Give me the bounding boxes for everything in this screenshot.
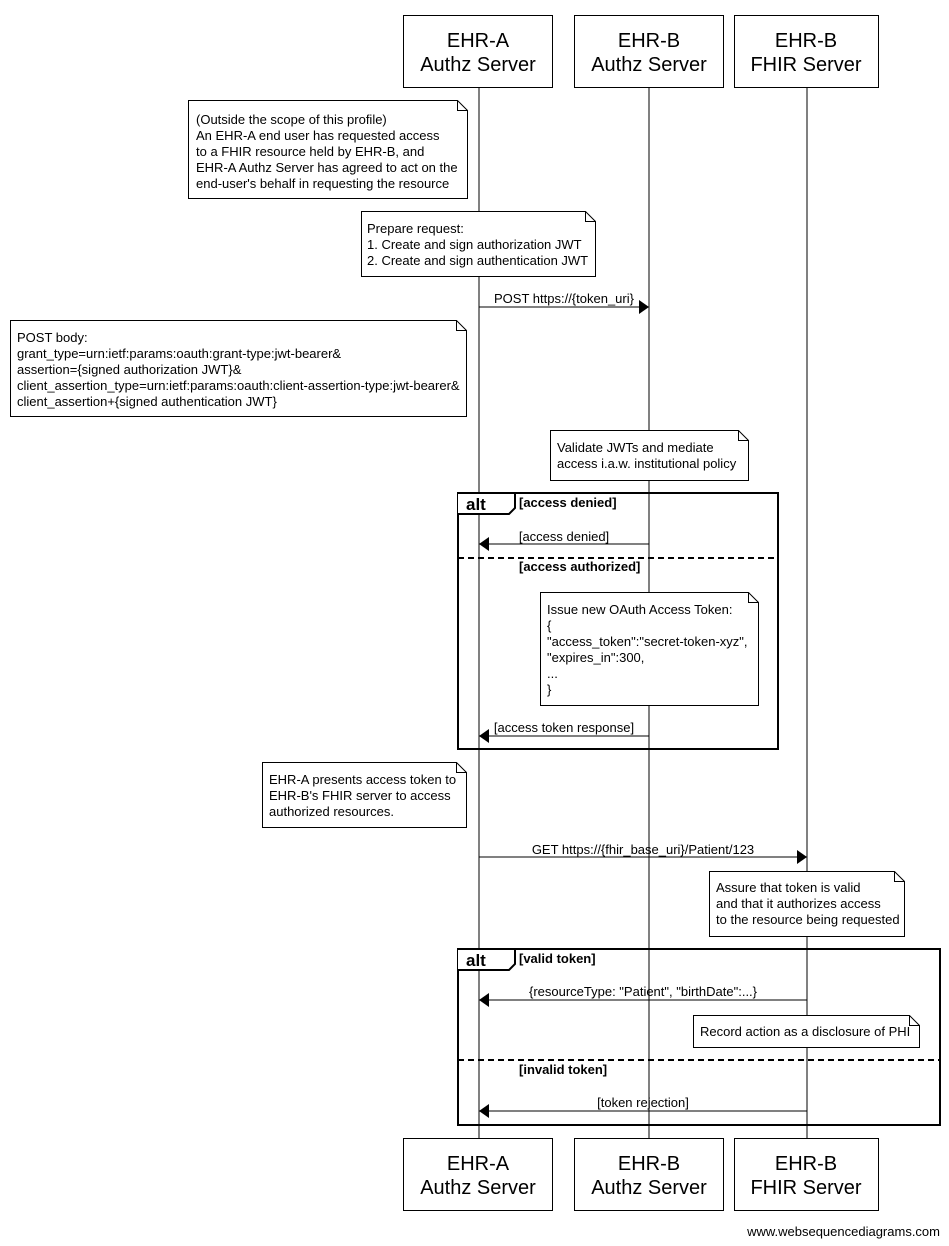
participant-label: Authz Server bbox=[420, 54, 536, 76]
alt-condition: [access authorized] bbox=[519, 559, 640, 574]
participant-label: Authz Server bbox=[591, 54, 707, 76]
message-label: POST https://{token_uri} bbox=[494, 291, 635, 306]
alt-condition: [valid token] bbox=[519, 951, 596, 966]
note-text: { bbox=[547, 618, 552, 633]
note-assure: Assure that token is validand that it au… bbox=[709, 871, 905, 937]
participant-label: EHR-B bbox=[775, 30, 837, 52]
message-label: GET https://{fhir_base_uri}/Patient/123 bbox=[532, 842, 754, 857]
message-get-patient: GET https://{fhir_base_uri}/Patient/123 bbox=[479, 842, 807, 864]
message-post-token: POST https://{token_uri} bbox=[479, 291, 649, 314]
note-text: to the resource being requested bbox=[716, 912, 900, 927]
note-text: to a FHIR resource held by EHR-B, and bbox=[196, 144, 424, 159]
note-text: "access_token":"secret-token-xyz", bbox=[547, 634, 748, 649]
participant-ehr-a-authz-top: EHR-A Authz Server bbox=[403, 15, 553, 88]
participant-ehr-b-authz-top: EHR-B Authz Server bbox=[574, 15, 724, 88]
note-text: POST body: bbox=[17, 330, 88, 345]
note-text: assertion={signed authorization JWT}& bbox=[17, 362, 242, 377]
note-text: EHR-A presents access token to bbox=[269, 772, 456, 787]
note-text: 2. Create and sign authentication JWT bbox=[367, 253, 588, 268]
note-scope: (Outside the scope of this profile)An EH… bbox=[188, 100, 468, 199]
message-access-denied: [access denied] bbox=[479, 529, 649, 551]
note-text: 1. Create and sign authorization JWT bbox=[367, 237, 582, 252]
message-label: [token rejection] bbox=[597, 1095, 689, 1110]
note-text: Record action as a disclosure of PHI bbox=[700, 1024, 910, 1039]
note-post-body: POST body:grant_type=urn:ietf:params:oau… bbox=[10, 320, 467, 417]
message-label: {resourceType: "Patient", "birthDate":..… bbox=[529, 984, 758, 999]
note-text: (Outside the scope of this profile) bbox=[196, 112, 387, 127]
note-record: Record action as a disclosure of PHI bbox=[693, 1015, 920, 1048]
message-patient-resource: {resourceType: "Patient", "birthDate":..… bbox=[479, 984, 807, 1007]
sequence-diagram: EHR-A Authz Server EHR-B Authz Server EH… bbox=[10, 15, 941, 1239]
message-label: [access denied] bbox=[519, 529, 609, 544]
note-issue: Issue new OAuth Access Token:{"access_to… bbox=[540, 592, 759, 706]
note-text: Prepare request: bbox=[367, 221, 464, 236]
participant-ehr-b-fhir-top: EHR-B FHIR Server bbox=[734, 15, 879, 88]
message-access-token-response: [access token response] bbox=[479, 720, 649, 743]
message-token-rejection: [token rejection] bbox=[479, 1095, 807, 1118]
participant-label: FHIR Server bbox=[750, 1177, 861, 1199]
note-prepare: Prepare request:1. Create and sign autho… bbox=[361, 211, 596, 277]
alt-label: alt bbox=[466, 951, 486, 970]
participant-ehr-b-fhir-bottom: EHR-B FHIR Server bbox=[734, 1138, 879, 1211]
participant-label: Authz Server bbox=[591, 1177, 707, 1199]
note-text: ... bbox=[547, 666, 558, 681]
note-validate: Validate JWTs and mediateaccess i.a.w. i… bbox=[550, 430, 749, 481]
participant-label: FHIR Server bbox=[750, 54, 861, 76]
note-text: Assure that token is valid bbox=[716, 880, 861, 895]
message-label: [access token response] bbox=[494, 720, 634, 735]
note-text: Validate JWTs and mediate bbox=[557, 440, 714, 455]
note-present: EHR-A presents access token toEHR-B's FH… bbox=[262, 762, 467, 828]
participant-label: EHR-A bbox=[447, 30, 510, 52]
note-text: end-user's behalf in requesting the reso… bbox=[196, 176, 449, 191]
note-text: access i.a.w. institutional policy bbox=[557, 456, 737, 471]
note-text: An EHR-A end user has requested access bbox=[196, 128, 440, 143]
note-text: authorized resources. bbox=[269, 804, 394, 819]
participant-label: Authz Server bbox=[420, 1177, 536, 1199]
participant-label: EHR-B bbox=[618, 1153, 680, 1175]
note-text: "expires_in":300, bbox=[547, 650, 644, 665]
participant-ehr-a-authz-bottom: EHR-A Authz Server bbox=[403, 1138, 553, 1211]
note-text: and that it authorizes access bbox=[716, 896, 881, 911]
note-text: EHR-A Authz Server has agreed to act on … bbox=[196, 160, 458, 175]
note-text: client_assertion_type=urn:ietf:params:oa… bbox=[17, 378, 460, 393]
footer-watermark: www.websequencediagrams.com bbox=[746, 1224, 940, 1239]
alt-label: alt bbox=[466, 495, 486, 514]
participant-label: EHR-B bbox=[775, 1153, 837, 1175]
alt-condition: [invalid token] bbox=[519, 1062, 607, 1077]
note-text: Issue new OAuth Access Token: bbox=[547, 602, 732, 617]
participant-label: EHR-A bbox=[447, 1153, 510, 1175]
participant-label: EHR-B bbox=[618, 30, 680, 52]
participant-ehr-b-authz-bottom: EHR-B Authz Server bbox=[574, 1138, 724, 1211]
note-text: EHR-B's FHIR server to access bbox=[269, 788, 451, 803]
note-text: } bbox=[547, 682, 552, 697]
note-text: grant_type=urn:ietf:params:oauth:grant-t… bbox=[17, 346, 341, 361]
notes: (Outside the scope of this profile)An EH… bbox=[10, 100, 920, 1048]
alt-condition: [access denied] bbox=[519, 495, 617, 510]
note-text: client_assertion+{signed authentication … bbox=[17, 394, 277, 409]
